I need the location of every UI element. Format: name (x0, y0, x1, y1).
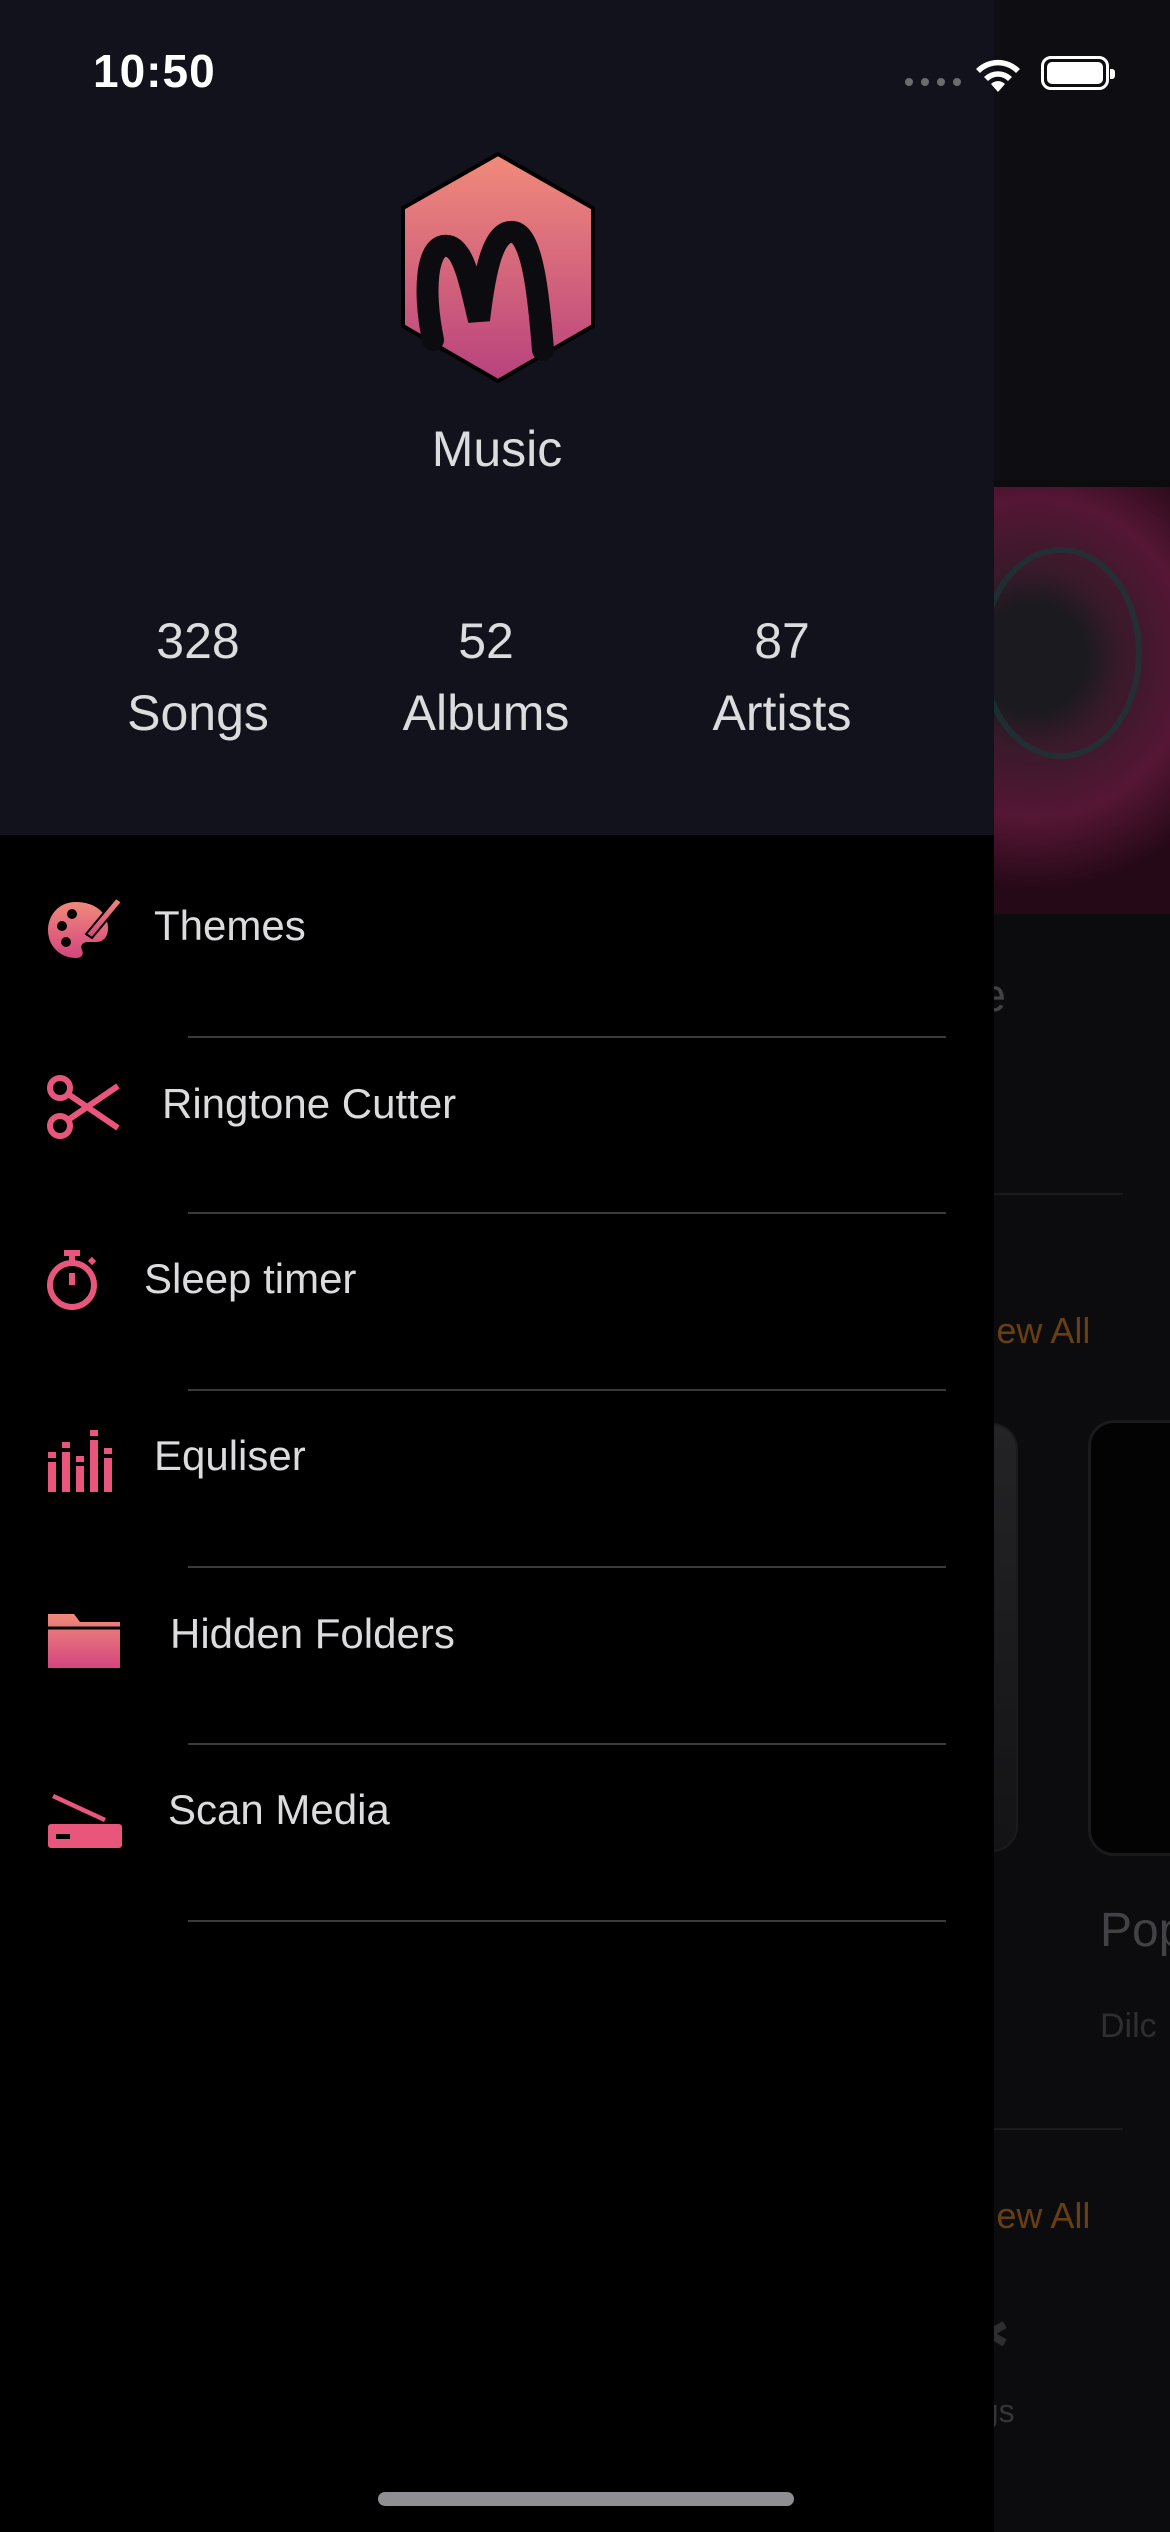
menu-item-label: Themes (154, 902, 306, 949)
battery-icon (1041, 56, 1115, 90)
app-logo-icon (401, 152, 595, 383)
cellular-signal-icon (905, 78, 961, 86)
stat-value: 52 (458, 613, 514, 669)
stat-label: Songs (127, 685, 269, 741)
menu-item-equaliser[interactable]: Equliser (0, 1370, 994, 1546)
menu-item-scan-media[interactable]: Scan Media (0, 1722, 994, 1898)
palette-icon (48, 896, 124, 958)
stat-value: 87 (754, 613, 810, 669)
wifi-icon (976, 59, 1020, 92)
drawer-scrim[interactable] (994, 0, 1170, 2532)
status-icons (905, 52, 1115, 98)
home-indicator[interactable] (378, 2492, 794, 2506)
status-time: 10:50 (93, 45, 216, 97)
stat-albums[interactable]: 52 Albums (356, 605, 616, 749)
menu-divider (188, 1920, 946, 1922)
menu-item-label: Hidden Folders (170, 1610, 455, 1657)
menu-item-hidden-folders[interactable]: Hidden Folders (0, 1546, 994, 1722)
equalizer-icon (48, 1430, 112, 1492)
scanner-icon (48, 1794, 122, 1848)
stat-value: 328 (156, 613, 240, 669)
menu-item-ringtone-cutter[interactable]: Ringtone Cutter (0, 1016, 994, 1192)
stat-songs[interactable]: 328 Songs (68, 605, 328, 749)
menu-item-label: Equliser (154, 1432, 306, 1479)
stat-artists[interactable]: 87 Artists (652, 605, 912, 749)
stat-label: Albums (402, 685, 570, 741)
menu-item-label: Ringtone Cutter (162, 1080, 457, 1127)
stopwatch-icon (47, 1250, 97, 1310)
navigation-drawer: 10:50 Music 328 Songs 52 Albums 87 Artis… (0, 0, 1115, 2532)
app-name: Music (431, 421, 563, 477)
scissors-icon (47, 1075, 120, 1139)
folder-icon (48, 1614, 120, 1668)
menu-item-themes[interactable]: Themes (0, 840, 994, 1016)
screen: re View All Pop Dilc View All ✱ ngs 10:5… (0, 0, 1170, 2532)
stat-label: Artists (712, 685, 852, 741)
library-stats: 328 Songs 52 Albums 87 Artists (0, 605, 994, 755)
menu-item-label: Sleep timer (144, 1255, 357, 1302)
menu-item-sleep-timer[interactable]: Sleep timer (0, 1193, 994, 1369)
drawer-header: 10:50 Music 328 Songs 52 Albums 87 Artis… (0, 0, 1115, 835)
menu-item-label: Scan Media (168, 1786, 390, 1833)
